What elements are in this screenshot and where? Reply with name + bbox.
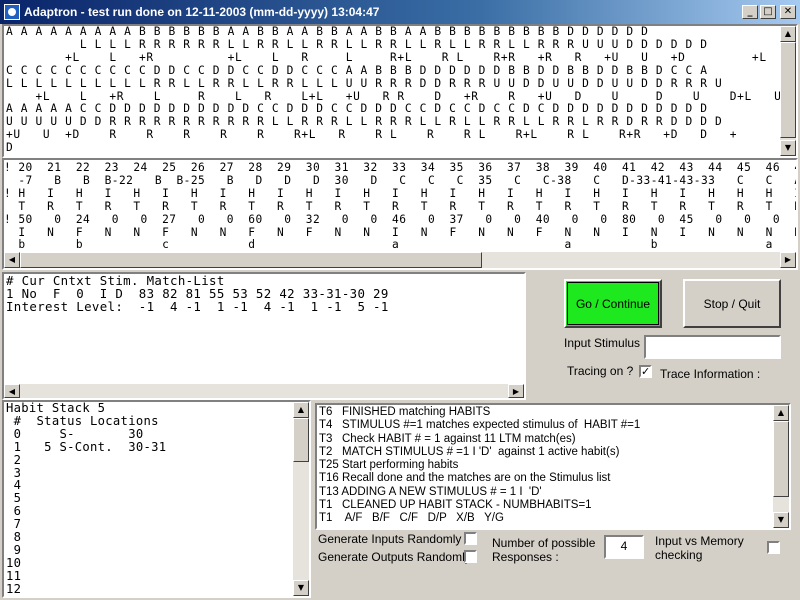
generate-outputs-checkbox[interactable] [464, 550, 477, 563]
habit-stack-line: # Status Locations [6, 413, 159, 428]
scroll-thumb[interactable] [780, 42, 796, 138]
ltm-stimulus-line: L L L L R R R R R R L L R R L L R R L L … [6, 37, 708, 51]
ltm-memory-text: ! 20 21 22 23 24 25 26 27 28 29 30 31 32… [4, 161, 798, 252]
scroll-up-icon[interactable]: ▲ [780, 26, 796, 42]
current-match-panel[interactable]: # Cur Cntxt Stim. Match-List 1 No F 0 I D… [2, 272, 526, 400]
habit-stack-line: 3 [6, 465, 22, 480]
trace-panel[interactable]: T6 FINISHED matching HABITS T4 STIMULUS #… [315, 403, 791, 530]
trace-line: T2 MATCH STIMULUS # =1 I 'D' against 1 a… [319, 445, 620, 458]
trace-line: T16 Recall done and the matches are on t… [319, 472, 611, 485]
scroll-right-icon[interactable]: ▶ [508, 384, 524, 398]
scroll-down-icon[interactable]: ▼ [780, 140, 796, 156]
habit-stack-line: 11 [6, 568, 22, 583]
habit-stack-line: Habit Stack 5 [6, 401, 106, 415]
trace-line: T4 STIMULUS #=1 matches expected stimulu… [319, 419, 641, 432]
maximize-button[interactable]: □ [760, 5, 776, 19]
minimize-button[interactable]: _ [742, 5, 758, 19]
ltm-memory-line: T R T R T R T R T R T R T R T R T R T R … [18, 199, 796, 213]
ltm-memory-line: ! H I H I H I H I H I H I H I H I H I H … [4, 186, 796, 200]
habit-stack-line: 0 S- 30 [6, 426, 144, 441]
trace-information-label: Trace Information : [660, 367, 761, 381]
tracing-checkbox[interactable]: ✓ [639, 365, 652, 378]
num-responses-label-line2: Responses : [492, 550, 559, 564]
ltm-stimulus-panel[interactable]: A A A A A A A A A B B B B B B A A B B A … [2, 24, 798, 158]
habit-stack-line: 10 [6, 555, 22, 570]
current-match-text: # Cur Cntxt Stim. Match-List 1 No F 0 I D… [6, 274, 389, 314]
habit-stack-line: 6 [6, 504, 22, 519]
scroll-down-icon[interactable]: ▼ [773, 512, 789, 528]
habit-stack-line: 1 5 S-Cont. 30-31 [6, 439, 167, 454]
scroll-left-icon[interactable]: ◀ [4, 384, 20, 398]
tracing-label: Tracing on ? [567, 364, 634, 378]
ltm-stimulus-line: L L L L L L L L L L R R L L R R L L R R … [6, 76, 723, 90]
scroll-thumb[interactable] [293, 418, 309, 462]
close-button[interactable]: ✕ [780, 5, 796, 19]
memory-check-label-line2: checking [655, 548, 703, 562]
habit-stack-line: 8 [6, 530, 22, 545]
trace-line: T25 Start performing habits [319, 459, 459, 472]
ltm-stimulus-line: D [6, 141, 14, 155]
habit-stack-line: 4 [6, 478, 22, 493]
ltm-memory-line: ! 50 0 24 0 0 27 0 0 60 0 32 0 0 46 0 37… [4, 212, 781, 226]
habit-stack-line: 9 [6, 542, 22, 557]
trace-text: T6 FINISHED matching HABITS T4 STIMULUS #… [319, 406, 640, 526]
scroll-up-icon[interactable]: ▲ [773, 405, 789, 421]
generate-inputs-label: Generate Inputs Randomly ? [318, 532, 472, 546]
ltm-memory-line: -7 B B B-22 B B-25 B D D D 30 D C C C 35… [4, 173, 798, 187]
trace-line: T3 Check HABIT # = 1 against 11 LTM matc… [319, 432, 576, 445]
app-icon [4, 4, 20, 20]
scroll-thumb[interactable] [20, 252, 482, 268]
ltm-stimulus-line: +L L +R +L L R L R+L R L R+R +R R +U U +… [6, 50, 767, 64]
habit-stack-text: Habit Stack 5 # Status Locations 0 S- 30… [6, 402, 166, 596]
habit-stack-line: 7 [6, 517, 22, 532]
habit-stack-panel[interactable]: Habit Stack 5 # Status Locations 0 S- 30… [2, 400, 311, 598]
ltm-memory-hscroll[interactable]: ◀ ▶ [4, 252, 796, 268]
scroll-thumb[interactable] [773, 421, 789, 497]
num-responses-label-line1: Number of possible [492, 536, 596, 550]
stop-quit-button[interactable]: Stop / Quit [683, 279, 781, 328]
memory-check-checkbox[interactable] [767, 541, 780, 554]
trace-line: T13 ADDING A NEW STIMULUS # = 1 I 'D' [319, 485, 542, 498]
trace-vscroll[interactable]: ▲ ▼ [773, 405, 789, 528]
num-responses-field[interactable]: 4 [604, 535, 644, 559]
scroll-down-icon[interactable]: ▼ [293, 580, 309, 596]
generate-inputs-checkbox[interactable] [464, 532, 477, 545]
input-stimulus-label: Input Stimulus : [564, 336, 647, 350]
scroll-right-icon[interactable]: ▶ [780, 252, 796, 268]
title-bar[interactable]: Adaptron - test run done on 12-11-2003 (… [0, 0, 800, 24]
input-stimulus-field[interactable] [644, 335, 781, 359]
scroll-up-icon[interactable]: ▲ [293, 402, 309, 418]
trace-line: T1 CLEANED UP HABIT STACK - NUMBHABITS=1 [319, 499, 592, 512]
generate-outputs-label: Generate Outputs Randomly? [318, 550, 478, 564]
ltm-stimulus-text: A A A A A A A A A B B B B B B A A B B A … [6, 26, 781, 155]
habit-stack-vscroll[interactable]: ▲ ▼ [293, 402, 309, 596]
ltm-stimulus-line: C C C C C C C C C C D D C C D D C C D D … [6, 63, 708, 77]
trace-line: T1 A/F B/F C/F D/P X/B Y/G [319, 512, 504, 525]
current-match-line: Interest Level: -1 4 -1 1 -1 4 -1 1 -1 5… [6, 299, 389, 315]
memory-check-label-line1: Input vs Memory [655, 534, 744, 548]
ltm-stimulus-line: A A A A A A A A A B B B B B B A A B B A … [6, 25, 649, 38]
scroll-left-icon[interactable]: ◀ [4, 252, 20, 268]
ltm-stimulus-vscroll[interactable]: ▲ ▼ [780, 26, 796, 156]
habit-stack-line: 5 [6, 491, 22, 506]
habit-stack-line: 12 [6, 581, 22, 596]
trace-line: T6 FINISHED matching HABITS [319, 406, 491, 418]
go-continue-button[interactable]: Go / Continue [564, 279, 662, 328]
current-match-hscroll[interactable]: ◀ ▶ [4, 384, 524, 398]
ltm-stimulus-line: +U U +D R R R R R R+L R R L R R L R+L R … [6, 128, 738, 142]
ltm-memory-line: b b c d a a b a c [4, 238, 798, 252]
habit-stack-line: 2 [6, 452, 22, 467]
window-title: Adaptron - test run done on 12-11-2003 (… [24, 5, 380, 19]
ltm-memory-line: ! 20 21 22 23 24 25 26 27 28 29 30 31 32… [4, 161, 796, 174]
ltm-memory-panel[interactable]: ! 20 21 22 23 24 25 26 27 28 29 30 31 32… [2, 158, 798, 270]
